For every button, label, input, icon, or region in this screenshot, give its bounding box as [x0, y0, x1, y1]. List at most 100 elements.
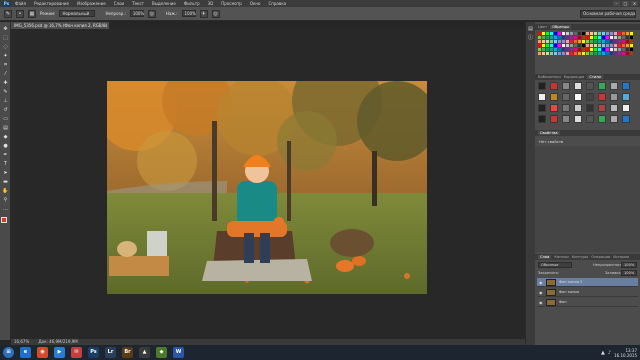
style-preset[interactable] — [598, 82, 606, 90]
color-swatch[interactable] — [614, 36, 617, 39]
color-swatch[interactable] — [558, 52, 561, 55]
color-swatch[interactable] — [566, 32, 569, 35]
clone-stamp-tool-icon[interactable]: ⊥ — [2, 98, 9, 105]
color-swatch[interactable] — [626, 52, 629, 55]
color-swatch[interactable] — [606, 44, 609, 47]
menu-file[interactable]: Файл — [15, 1, 26, 6]
color-swatch[interactable] — [562, 36, 565, 39]
eraser-tool-icon[interactable]: ▭ — [2, 116, 9, 123]
color-swatch[interactable] — [586, 52, 589, 55]
tab-swatches[interactable]: Образцы — [550, 25, 571, 29]
taskbar-app-9[interactable]: W — [173, 347, 184, 358]
color-swatch[interactable] — [630, 36, 633, 39]
taskbar-app-3[interactable]: ✉ — [71, 347, 82, 358]
pressure-opacity-icon[interactable]: ◎ — [147, 9, 156, 18]
workspace-select[interactable]: Основная рабочая среда — [580, 10, 636, 18]
taskbar-app-4[interactable]: Ps — [88, 347, 99, 358]
menu-view[interactable]: Просмотр — [221, 1, 242, 6]
pressure-size-icon[interactable]: ◎ — [211, 9, 220, 18]
color-swatch[interactable] — [586, 44, 589, 47]
color-swatch[interactable] — [610, 48, 613, 51]
shape-tool-icon[interactable]: ▬ — [2, 179, 9, 186]
color-swatch[interactable] — [606, 48, 609, 51]
color-swatch[interactable] — [562, 40, 565, 43]
color-swatch[interactable] — [582, 32, 585, 35]
document-tab[interactable]: IMG_5356.psd @ 16,7% (Фон копия 2, RGB/8… — [11, 22, 109, 29]
color-swatch[interactable] — [582, 48, 585, 51]
color-swatch[interactable] — [570, 52, 573, 55]
tab-adjustments[interactable]: Коррекция — [564, 75, 585, 79]
history-panel-icon[interactable]: ▤ — [527, 26, 534, 33]
style-preset[interactable] — [598, 93, 606, 101]
style-preset[interactable] — [562, 93, 570, 101]
color-swatch[interactable] — [594, 52, 597, 55]
color-swatch[interactable] — [622, 36, 625, 39]
color-swatch[interactable] — [622, 44, 625, 47]
style-preset[interactable] — [562, 82, 570, 90]
color-swatch[interactable] — [598, 32, 601, 35]
color-swatch[interactable] — [610, 36, 613, 39]
color-swatch[interactable] — [630, 32, 633, 35]
style-preset[interactable] — [586, 104, 594, 112]
color-swatch[interactable] — [618, 36, 621, 39]
color-swatch[interactable] — [554, 32, 557, 35]
color-swatch[interactable] — [550, 40, 553, 43]
blend-mode-select[interactable]: Обычные — [538, 262, 572, 268]
color-swatch[interactable] — [574, 52, 577, 55]
color-swatch[interactable] — [594, 44, 597, 47]
color-swatch[interactable] — [542, 48, 545, 51]
layer-row[interactable]: ◉ Фон копия 2 — [537, 278, 638, 287]
style-preset[interactable] — [622, 104, 630, 112]
brush-tool-icon-toolbox[interactable]: ✎ — [2, 89, 9, 96]
lasso-tool-icon[interactable]: ◌ — [2, 44, 9, 51]
color-swatch[interactable] — [558, 44, 561, 47]
minimize-button[interactable]: – — [613, 1, 620, 6]
color-swatch[interactable] — [546, 32, 549, 35]
document-image[interactable] — [107, 81, 427, 294]
color-swatch[interactable] — [554, 48, 557, 51]
gradient-tool-icon[interactable]: ▤ — [2, 125, 9, 132]
dodge-tool-icon[interactable]: ● — [2, 143, 9, 150]
color-swatch[interactable] — [578, 48, 581, 51]
color-swatch[interactable] — [578, 32, 581, 35]
color-swatch[interactable] — [618, 44, 621, 47]
color-swatch[interactable] — [578, 44, 581, 47]
color-swatch[interactable] — [542, 40, 545, 43]
color-swatch[interactable] — [558, 36, 561, 39]
color-swatch[interactable] — [538, 52, 541, 55]
brush-tool-icon[interactable]: ✎ — [4, 9, 12, 18]
menu-window[interactable]: Окно — [250, 1, 261, 6]
color-swatch[interactable] — [574, 40, 577, 43]
color-swatch[interactable] — [618, 40, 621, 43]
color-swatch[interactable] — [542, 32, 545, 35]
color-swatch[interactable] — [566, 52, 569, 55]
taskbar-app-0[interactable]: e — [20, 347, 31, 358]
style-preset[interactable] — [610, 104, 618, 112]
style-preset[interactable] — [598, 115, 606, 123]
color-swatch[interactable] — [586, 32, 589, 35]
color-swatch[interactable] — [542, 52, 545, 55]
style-preset[interactable] — [562, 115, 570, 123]
pen-tool-icon[interactable]: ✒ — [2, 152, 9, 159]
style-preset[interactable] — [574, 93, 582, 101]
tab-history[interactable]: История — [613, 255, 629, 259]
color-swatch[interactable] — [594, 48, 597, 51]
color-swatch[interactable] — [554, 52, 557, 55]
color-swatch[interactable] — [626, 48, 629, 51]
style-preset[interactable] — [550, 104, 558, 112]
color-swatch[interactable] — [626, 32, 629, 35]
color-swatch[interactable] — [566, 48, 569, 51]
zoom-level[interactable]: 16,67% — [14, 339, 29, 344]
eye-icon[interactable]: ◉ — [539, 298, 543, 307]
style-preset[interactable] — [538, 82, 546, 90]
style-preset[interactable] — [622, 115, 630, 123]
color-swatch[interactable] — [602, 36, 605, 39]
color-swatch[interactable] — [594, 32, 597, 35]
color-swatch[interactable] — [554, 36, 557, 39]
color-swatch[interactable] — [606, 40, 609, 43]
color-swatch[interactable] — [570, 32, 573, 35]
style-preset[interactable] — [610, 82, 618, 90]
color-swatch[interactable] — [582, 40, 585, 43]
color-swatch[interactable] — [630, 44, 633, 47]
hand-tool-icon[interactable]: ✋ — [2, 188, 9, 195]
